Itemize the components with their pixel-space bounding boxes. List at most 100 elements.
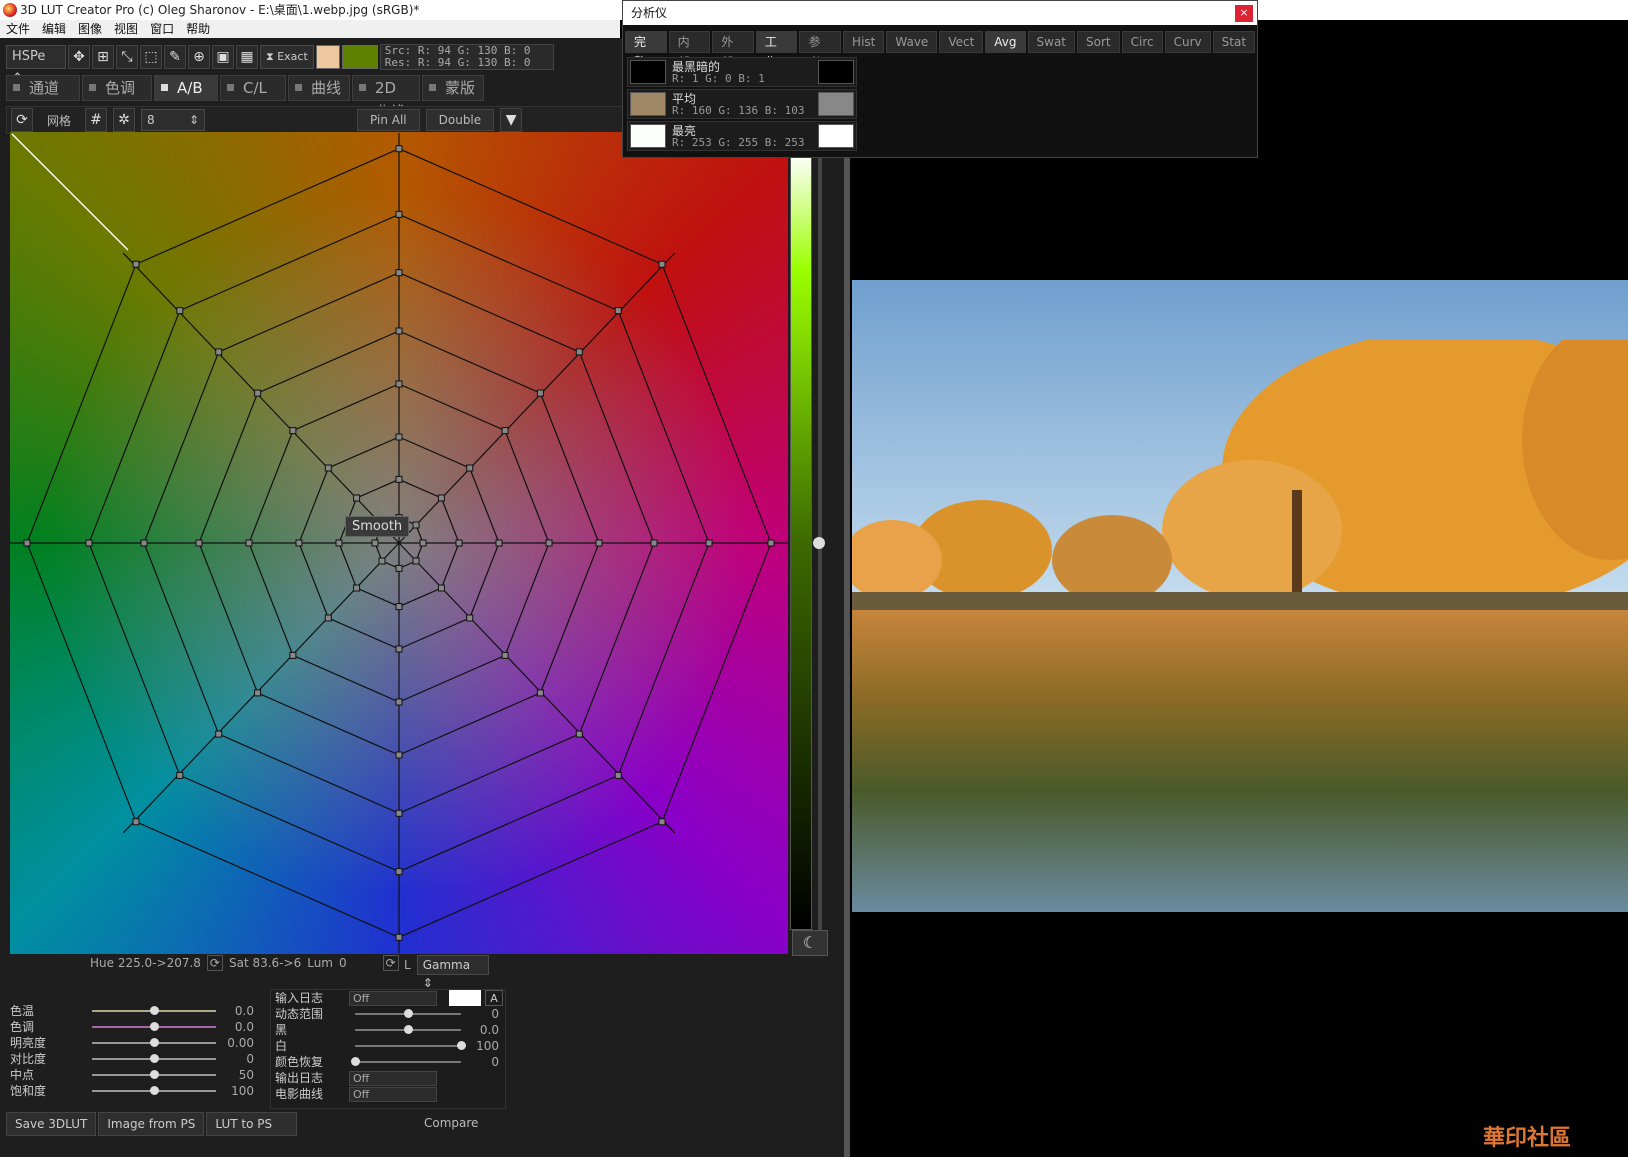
tab-3[interactable]: C/L bbox=[220, 75, 286, 101]
analyzer-tab[interactable]: Circ bbox=[1121, 31, 1163, 53]
grid-node[interactable] bbox=[395, 698, 403, 706]
grid-node[interactable] bbox=[575, 348, 583, 356]
range-knob[interactable] bbox=[457, 1041, 466, 1050]
menu-item[interactable]: 帮助 bbox=[180, 20, 216, 38]
grid-node[interactable] bbox=[501, 427, 509, 435]
grid-node[interactable] bbox=[658, 818, 666, 826]
grid-node[interactable] bbox=[545, 539, 553, 547]
menu-item[interactable]: 窗口 bbox=[144, 20, 180, 38]
preview-image[interactable] bbox=[852, 280, 1628, 912]
grid-node[interactable] bbox=[215, 348, 223, 356]
eyedropper-icon[interactable]: ✎ bbox=[164, 45, 186, 69]
grid-node[interactable] bbox=[395, 475, 403, 483]
slider-thumb[interactable] bbox=[813, 537, 825, 549]
dropdown-icon[interactable]: ▼ bbox=[500, 108, 523, 132]
hue-reset-icon[interactable]: ⟳ bbox=[206, 955, 223, 971]
move-icon[interactable]: ✥ bbox=[68, 45, 90, 69]
analyzer-tab[interactable]: 参考 bbox=[799, 31, 842, 69]
menu-item[interactable]: 文件 bbox=[0, 20, 36, 38]
grid-node[interactable] bbox=[614, 771, 622, 779]
shrink-icon[interactable]: ⤡ bbox=[116, 45, 138, 69]
grid-node[interactable] bbox=[395, 145, 403, 153]
grid-node[interactable] bbox=[140, 539, 148, 547]
grid-node[interactable] bbox=[395, 210, 403, 218]
result-color-swatch[interactable] bbox=[341, 45, 378, 69]
slider-knob[interactable] bbox=[150, 1038, 159, 1047]
grid-icon[interactable]: ▦ bbox=[236, 45, 258, 69]
grid-node[interactable] bbox=[650, 539, 658, 547]
slider-knob[interactable] bbox=[150, 1070, 159, 1079]
select-rect-icon[interactable]: ⬚ bbox=[140, 45, 162, 69]
grid-node[interactable] bbox=[132, 260, 140, 268]
grid-node[interactable] bbox=[495, 539, 503, 547]
slider-knob[interactable] bbox=[150, 1086, 159, 1095]
analyzer-tab[interactable]: Hist bbox=[843, 31, 885, 53]
slider-knob[interactable] bbox=[150, 1022, 159, 1031]
spider-grid[interactable] bbox=[10, 132, 788, 954]
grid-node[interactable] bbox=[324, 614, 332, 622]
grid-node[interactable] bbox=[289, 651, 297, 659]
expand-icon[interactable]: ⊞ bbox=[92, 45, 114, 69]
grid-node[interactable] bbox=[437, 584, 445, 592]
grid-node[interactable] bbox=[395, 751, 403, 759]
ab-color-wheel[interactable] bbox=[10, 132, 788, 954]
grid-node[interactable] bbox=[395, 868, 403, 876]
film-curve-select[interactable]: Off bbox=[349, 1087, 437, 1102]
double-button[interactable]: Double bbox=[425, 109, 495, 131]
reset-icon[interactable]: ⟳ bbox=[11, 108, 33, 132]
grid-node[interactable] bbox=[378, 557, 386, 565]
range-track[interactable] bbox=[355, 1045, 461, 1047]
lum-reset-icon[interactable]: ⟳ bbox=[382, 955, 399, 971]
input-log-select[interactable]: Off bbox=[349, 991, 437, 1006]
grid-node[interactable] bbox=[705, 539, 713, 547]
source-color-swatch[interactable] bbox=[315, 45, 340, 69]
tab-5[interactable]: 2D曲线 bbox=[352, 75, 420, 121]
close-icon[interactable]: × bbox=[1235, 5, 1253, 22]
save-3dlut-button[interactable]: Save 3DLUT bbox=[6, 1112, 97, 1136]
grid-node[interactable] bbox=[455, 539, 463, 547]
grid-node[interactable] bbox=[395, 933, 403, 941]
range-knob[interactable] bbox=[404, 1025, 413, 1034]
grid-node[interactable] bbox=[536, 689, 544, 697]
grid-node[interactable] bbox=[767, 539, 775, 547]
analyzer-tab[interactable]: Avg bbox=[985, 31, 1026, 53]
grid-node[interactable] bbox=[254, 389, 262, 397]
analyzer-tab[interactable]: Sort bbox=[1077, 31, 1120, 53]
grid-count-field[interactable]: 8 ⇕ bbox=[141, 109, 206, 131]
grid-node[interactable] bbox=[176, 771, 184, 779]
grid-node[interactable] bbox=[395, 603, 403, 611]
grid-node[interactable] bbox=[353, 494, 361, 502]
auto-button[interactable]: A bbox=[485, 990, 503, 1006]
panel-divider[interactable] bbox=[844, 38, 850, 1157]
grid-node[interactable] bbox=[412, 521, 420, 529]
grid-node[interactable] bbox=[176, 307, 184, 315]
grid-node[interactable] bbox=[437, 494, 445, 502]
grid-node[interactable] bbox=[395, 269, 403, 277]
menu-item[interactable]: 编辑 bbox=[36, 20, 72, 38]
grid-node[interactable] bbox=[23, 539, 31, 547]
range-track[interactable] bbox=[355, 1061, 461, 1063]
analyzer-tab[interactable]: 工作 bbox=[755, 31, 798, 69]
tab-0[interactable]: 通道 bbox=[6, 75, 80, 101]
analyzer-tab[interactable]: Curv bbox=[1164, 31, 1211, 53]
grid-node[interactable] bbox=[501, 651, 509, 659]
tab-2[interactable]: A/B bbox=[154, 75, 218, 101]
grid-node[interactable] bbox=[395, 564, 403, 572]
range-knob[interactable] bbox=[404, 1009, 413, 1018]
grid-node[interactable] bbox=[195, 539, 203, 547]
grid-node[interactable] bbox=[289, 427, 297, 435]
pin-all-button[interactable]: Pin All bbox=[357, 109, 420, 131]
grid-node[interactable] bbox=[353, 584, 361, 592]
range-knob[interactable] bbox=[351, 1057, 360, 1066]
tab-6[interactable]: 蒙版 bbox=[422, 75, 484, 101]
grid-node[interactable] bbox=[595, 539, 603, 547]
grid-node[interactable] bbox=[295, 539, 303, 547]
tab-4[interactable]: 曲线 bbox=[288, 75, 350, 101]
grid-node[interactable] bbox=[575, 730, 583, 738]
slider-knob[interactable] bbox=[150, 1054, 159, 1063]
analyzer-tab[interactable]: 外部 bbox=[712, 31, 754, 69]
grid-node[interactable] bbox=[412, 557, 420, 565]
white-swatch[interactable] bbox=[449, 990, 481, 1006]
grid-node[interactable] bbox=[466, 614, 474, 622]
moon-icon[interactable]: ☾ bbox=[792, 930, 828, 956]
